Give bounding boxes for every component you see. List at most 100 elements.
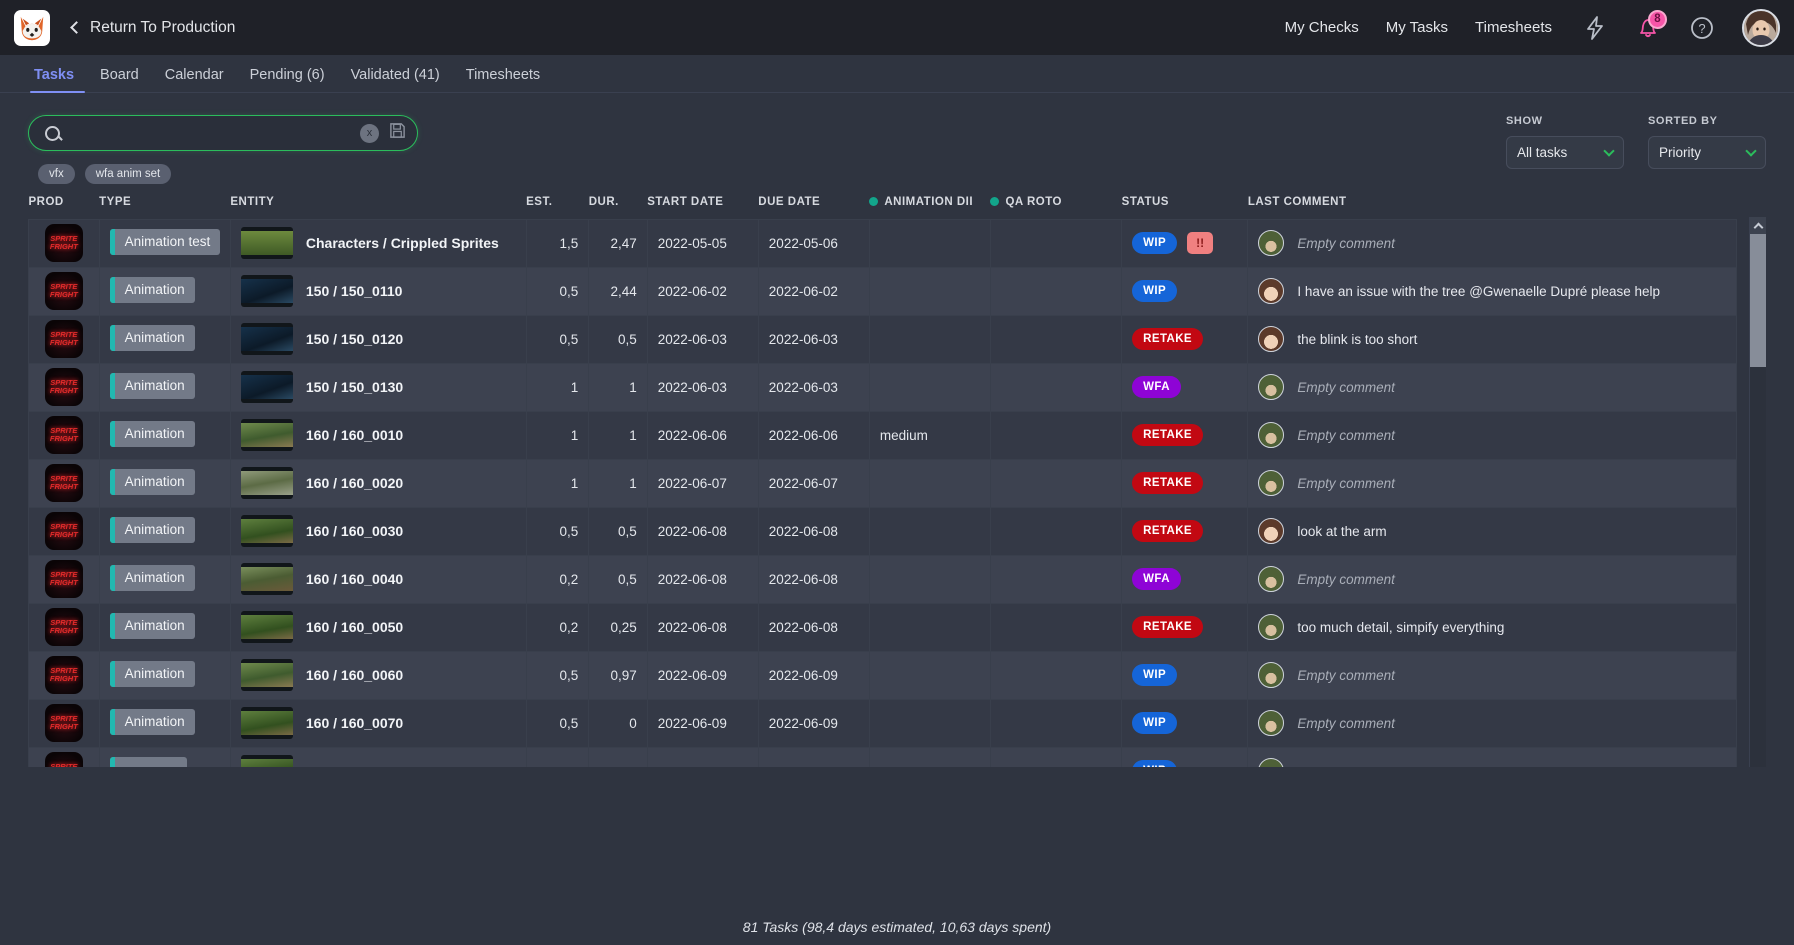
col-header-qa_roto[interactable]: QA ROTO — [990, 189, 1122, 219]
cell-dur[interactable]: 0,5 — [588, 554, 648, 604]
nav-timesheets[interactable]: Timesheets — [1475, 19, 1552, 36]
cell-prod[interactable]: SPRITEFRIGHT — [28, 506, 100, 556]
cell-entity[interactable]: Characters / Crippled Sprites — [229, 218, 527, 268]
task-type-chip[interactable]: Animation — [109, 564, 195, 591]
cell-due-date[interactable]: 2022-06-02 — [757, 266, 870, 316]
entity-thumbnail[interactable] — [240, 563, 293, 595]
nav-my-checks[interactable]: My Checks — [1285, 19, 1359, 36]
cell-last-comment[interactable]: I have an issue with the tree @Gwenaelle… — [1247, 266, 1737, 316]
production-thumbnail[interactable]: SPRITEFRIGHT — [44, 656, 83, 694]
status-badge[interactable]: WIP — [1132, 712, 1178, 734]
cell-last-comment[interactable]: Empty comment — [1247, 218, 1737, 268]
col-header-status[interactable]: STATUS — [1121, 189, 1248, 219]
status-badge[interactable]: WIP — [1132, 664, 1178, 686]
priority-badge[interactable]: !! — [1187, 232, 1214, 254]
cell-due-date[interactable]: 2022-06-09 — [757, 650, 870, 700]
cell-animation-dir[interactable] — [868, 314, 991, 364]
cell-qa-roto[interactable] — [989, 218, 1123, 268]
cell-est[interactable]: 1 — [525, 458, 590, 508]
status-badge[interactable]: RETAKE — [1132, 520, 1203, 542]
cell-last-comment[interactable]: Empty comment — [1247, 458, 1737, 508]
cell-est[interactable]: 0,5 — [525, 266, 590, 316]
task-type-chip[interactable]: Animation — [109, 612, 195, 639]
status-badge[interactable]: RETAKE — [1132, 424, 1203, 446]
cell-animation-dir[interactable] — [868, 746, 991, 767]
production-thumbnail[interactable]: SPRITEFRIGHT — [44, 416, 83, 454]
fox-logo-icon[interactable] — [14, 9, 50, 46]
production-thumbnail[interactable]: SPRITEFRIGHT — [44, 464, 83, 502]
cell-start-date[interactable]: 2022-05-05 — [646, 218, 759, 268]
cell-type[interactable]: Animation — [98, 266, 231, 316]
cell-status[interactable]: RETAKE — [1121, 314, 1249, 364]
production-thumbnail[interactable]: SPRITEFRIGHT — [44, 560, 83, 598]
sorted-by-select[interactable]: Priority — [1648, 136, 1766, 169]
task-type-chip[interactable]: Animation — [109, 372, 195, 399]
cell-qa-roto[interactable] — [989, 554, 1123, 604]
cell-animation-dir[interactable] — [868, 650, 991, 700]
cell-entity[interactable]: 150 / 150_0130 — [229, 362, 527, 412]
status-badge[interactable]: WIP — [1132, 280, 1178, 302]
cell-last-comment[interactable]: the blink is too short — [1247, 314, 1737, 364]
cell-entity[interactable]: 160 / 160_0070 — [229, 698, 527, 748]
cell-prod[interactable]: SPRITEFRIGHT — [28, 314, 100, 364]
cell-type[interactable]: Animation — [98, 698, 231, 748]
cell-animation-dir[interactable] — [868, 266, 991, 316]
tab-board[interactable]: Board — [87, 67, 152, 92]
cell-status[interactable]: RETAKE — [1121, 458, 1249, 508]
cell-type[interactable] — [98, 746, 231, 767]
cell-qa-roto[interactable] — [989, 458, 1123, 508]
col-header-prod[interactable]: PROD — [28, 189, 100, 219]
cell-status[interactable]: WIP — [1121, 266, 1249, 316]
status-badge[interactable]: RETAKE — [1132, 472, 1203, 494]
cell-entity[interactable]: 150 / 150_0120 — [229, 314, 527, 364]
task-type-chip[interactable]: Animation — [109, 516, 195, 543]
cell-type[interactable]: Animation test — [98, 218, 231, 268]
cell-qa-roto[interactable] — [989, 362, 1123, 412]
col-header-est[interactable]: EST. — [526, 189, 589, 219]
tab-timesheets[interactable]: Timesheets — [453, 67, 553, 92]
cell-entity[interactable]: 160 / 160_0010 — [229, 410, 527, 460]
cell-qa-roto[interactable] — [989, 746, 1123, 767]
cell-start-date[interactable]: 2022-06-03 — [646, 362, 759, 412]
search-box[interactable]: x — [28, 115, 418, 151]
cell-dur[interactable]: 0 — [588, 698, 648, 748]
production-thumbnail[interactable]: SPRITEFRIGHT — [44, 272, 83, 310]
cell-status[interactable]: RETAKE — [1121, 506, 1249, 556]
cell-prod[interactable]: SPRITEFRIGHT — [28, 554, 100, 604]
table-row[interactable]: SPRITE FRIGHT Animation 160 / 160_0060 0,5 0,… — [28, 650, 1737, 700]
entity-thumbnail[interactable] — [240, 755, 293, 767]
cell-type[interactable]: Animation — [98, 506, 231, 556]
cell-animation-dir[interactable] — [868, 698, 991, 748]
cell-start-date[interactable]: 2022-06-06 — [646, 410, 759, 460]
cell-prod[interactable]: SPRITEFRIGHT — [28, 410, 100, 460]
cell-entity[interactable]: 160 / 160_0050 — [229, 602, 527, 652]
tab-calendar[interactable]: Calendar — [152, 67, 237, 92]
search-input[interactable] — [72, 125, 360, 141]
scrollbar-thumb[interactable] — [1750, 234, 1766, 367]
entity-thumbnail[interactable] — [240, 611, 293, 643]
entity-thumbnail[interactable] — [240, 419, 293, 451]
cell-prod[interactable]: SPRITEFRIGHT — [28, 650, 100, 700]
task-type-chip[interactable]: Animation — [109, 660, 195, 687]
cell-prod[interactable]: SPRITEFRIGHT — [28, 602, 100, 652]
status-badge[interactable]: RETAKE — [1132, 328, 1203, 350]
cell-due-date[interactable]: 2022-06-08 — [757, 554, 870, 604]
cell-est[interactable]: 0,5 — [525, 506, 590, 556]
cell-start-date[interactable] — [646, 746, 759, 767]
comment-author-avatar[interactable] — [1258, 662, 1285, 688]
col-header-dur[interactable]: DUR. — [588, 189, 648, 219]
cell-type[interactable]: Animation — [98, 602, 231, 652]
cell-last-comment[interactable]: look at the arm — [1247, 506, 1737, 556]
table-row[interactable]: SPRITE FRIGHT Animation 160 / 160_0030 0,5 0,… — [28, 506, 1737, 556]
cell-qa-roto[interactable] — [989, 410, 1123, 460]
cell-est[interactable] — [525, 746, 590, 767]
cell-status[interactable]: WIP — [1121, 650, 1249, 700]
entity-thumbnail[interactable] — [240, 371, 293, 403]
tab-pending[interactable]: Pending (6) — [237, 67, 338, 92]
production-thumbnail[interactable]: SPRITEFRIGHT — [44, 320, 83, 358]
comment-author-avatar[interactable] — [1258, 758, 1285, 767]
cell-est[interactable]: 0,5 — [525, 314, 590, 364]
col-header-entity[interactable]: ENTITY — [230, 189, 527, 219]
cell-qa-roto[interactable] — [989, 650, 1123, 700]
task-type-chip[interactable]: Animation — [109, 468, 195, 495]
